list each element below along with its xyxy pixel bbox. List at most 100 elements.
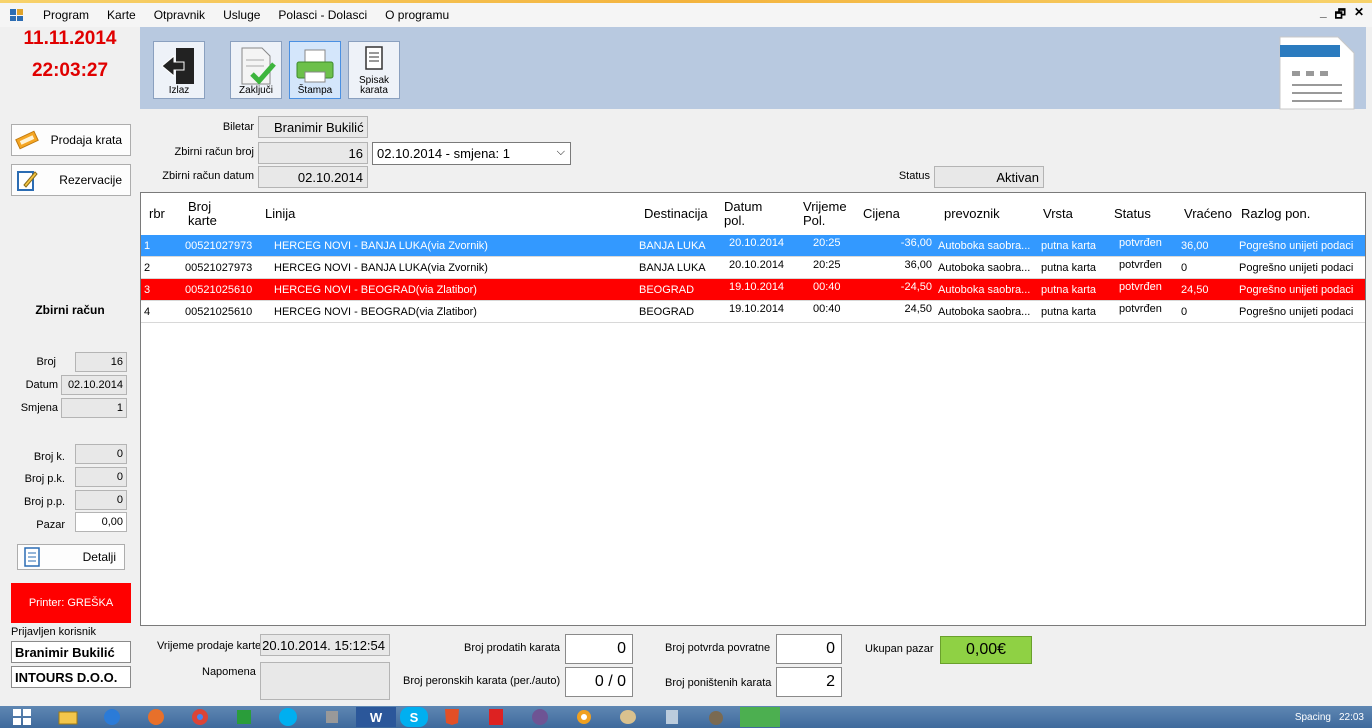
broj-value: 16 — [75, 352, 127, 372]
list-document-icon — [365, 46, 383, 70]
broj-pk-label: Broj p.k. — [24, 473, 65, 485]
datum-value: 02.10.2014 — [61, 375, 127, 395]
cell-razlog: Pogrešno unijeti podaci — [1239, 284, 1354, 296]
col-linija[interactable]: Linija — [265, 193, 295, 235]
ticket-icon — [15, 130, 39, 150]
table-row[interactable]: 4 00521025610 HERCEG NOVI - BEOGRAD(via Zl… — [141, 301, 1365, 323]
settings-gear-icon[interactable] — [564, 707, 604, 727]
document-icon — [24, 547, 40, 567]
col-razlog[interactable]: Razlog pon. — [1241, 193, 1310, 235]
ukupan-pazar-value: 0,00€ — [940, 636, 1032, 664]
chrome-icon[interactable] — [180, 707, 220, 727]
cell-datum: 19.10.2014 — [729, 281, 785, 293]
clock-time: 22:03:27 — [31, 60, 109, 81]
col-vrijeme-1: Vrijeme — [803, 199, 847, 214]
spacing-label: Spacing — [1294, 711, 1331, 723]
html5-icon[interactable] — [432, 707, 472, 727]
browser-ie-icon[interactable] — [92, 707, 132, 727]
table-row[interactable]: 1 00521027973 HERCEG NOVI - BANJA LUKA(via… — [141, 235, 1365, 257]
menu-usluge[interactable]: Usluge — [214, 8, 269, 22]
pazar-value: 0,00 — [75, 512, 127, 532]
vrijeme-prodaje-label: Vrijeme prodaje karte — [157, 640, 262, 652]
word-icon[interactable]: W — [356, 707, 396, 727]
printer-icon — [296, 49, 334, 83]
potvrda-label: Broj potvrda povratne — [665, 642, 771, 654]
smjena-select[interactable]: 02.10.2014 - smjena: 1 ⌵ — [372, 142, 571, 165]
store-icon[interactable] — [224, 707, 264, 727]
col-vrijeme-pol[interactable]: Vrijeme Pol. — [803, 193, 847, 235]
github-icon[interactable] — [520, 707, 560, 727]
cell-prevoznik: Autoboka saobra... — [938, 262, 1031, 274]
datum-label: Datum — [25, 379, 58, 391]
menu-otpravnik[interactable]: Otpravnik — [145, 8, 214, 22]
spisak-karata-button[interactable]: Spisak karata — [348, 41, 400, 99]
ponistenih-label: Broj poništenih karata — [665, 677, 772, 689]
broj-pp-value: 0 — [75, 490, 127, 510]
explorer-icon[interactable] — [48, 707, 88, 727]
minimize-button[interactable]: _ — [1320, 5, 1327, 26]
col-cijena[interactable]: Cijena — [863, 193, 900, 235]
app-taskbar-icon[interactable] — [740, 707, 780, 727]
col-destinacija[interactable]: Destinacija — [644, 193, 708, 235]
col-datum-pol[interactable]: Datum pol. — [724, 193, 762, 235]
broj-pk-value: 0 — [75, 467, 127, 487]
skype-icon-2[interactable]: S — [400, 707, 428, 727]
broj-k-label: Broj k. — [33, 451, 65, 463]
menu-karte[interactable]: Karte — [98, 8, 145, 22]
cell-razlog: Pogrešno unijeti podaci — [1239, 240, 1354, 252]
col-rbr[interactable]: rbr — [149, 193, 165, 235]
menu-polasci-dolasci[interactable]: Polasci - Dolasci — [269, 8, 376, 22]
pdf-icon[interactable] — [476, 707, 516, 727]
menu-o-programu[interactable]: O programu — [376, 8, 458, 22]
izlaz-button[interactable]: Izlaz — [153, 41, 205, 99]
cell-vrsta: putna karta — [1041, 306, 1097, 318]
firefox-icon[interactable] — [136, 707, 176, 727]
cell-rbr: 2 — [144, 262, 151, 274]
prodaja-karata-button[interactable]: Prodaja krata — [11, 124, 131, 156]
zakljuci-label: Zaključi — [239, 85, 273, 96]
smjena-label: Smjena — [20, 402, 58, 414]
table-row[interactable]: 2 00521027973 HERCEG NOVI - BANJA LUKA(via… — [141, 257, 1365, 279]
app-logo-icon — [1279, 36, 1355, 110]
gimp-icon[interactable] — [696, 707, 736, 727]
prodaja-karata-label: Prodaja krata — [50, 133, 122, 147]
tickets-grid[interactable]: rbr Broj karte Linija Destinacija Datum … — [140, 192, 1366, 626]
biletar-label: Biletar — [222, 121, 254, 133]
col-prevoznik[interactable]: prevoznik — [944, 193, 1000, 235]
tools-icon[interactable] — [312, 707, 352, 727]
pazar-label: Pazar — [36, 519, 65, 531]
menu-program[interactable]: Program — [34, 8, 98, 22]
cell-prevoznik: Autoboka saobra... — [938, 284, 1031, 296]
restore-button[interactable]: 🗗 — [1335, 5, 1346, 26]
racun-broj-label: Zbirni račun broj — [174, 146, 254, 158]
spisak-label-2: karata — [360, 85, 388, 96]
smjena-value: 1 — [61, 398, 127, 418]
table-row[interactable]: 3 00521025610 HERCEG NOVI - BEOGRAD(via Zl… — [141, 279, 1365, 301]
detalji-label: Detalji — [82, 550, 116, 564]
cell-vraceno: 24,50 — [1181, 284, 1209, 296]
ukupan-pazar-label: Ukupan pazar — [865, 643, 934, 655]
skype-icon[interactable] — [268, 707, 308, 727]
cell-vraceno: 0 — [1181, 262, 1188, 274]
notepad-icon[interactable] — [652, 707, 692, 727]
cell-vrijeme: 00:40 — [813, 303, 841, 315]
broj-label: Broj — [36, 356, 56, 368]
napomena-field[interactable] — [260, 662, 390, 700]
zakljuci-button[interactable]: Zaključi — [230, 41, 282, 99]
col-vrsta[interactable]: Vrsta — [1043, 193, 1073, 235]
stampa-button[interactable]: Štampa — [289, 41, 341, 99]
start-button[interactable] — [0, 707, 44, 727]
status-label: Status — [898, 170, 930, 182]
col-broj-karte[interactable]: Broj karte — [188, 193, 217, 235]
zbirni-racun-title: Zbirni račun — [35, 303, 105, 317]
cell-vrsta: putna karta — [1041, 262, 1097, 274]
col-status[interactable]: Status — [1114, 193, 1151, 235]
paint-icon[interactable] — [608, 707, 648, 727]
detalji-button[interactable]: Detalji — [17, 544, 125, 570]
cell-broj: 00521025610 — [185, 306, 253, 318]
rezervacije-button[interactable]: Rezervacije — [11, 164, 131, 196]
col-vraceno[interactable]: Vraćeno — [1184, 193, 1236, 235]
cell-vrsta: putna karta — [1041, 240, 1097, 252]
close-button[interactable]: ✕ — [1354, 5, 1364, 26]
cell-linija: HERCEG NOVI - BANJA LUKA(via Zvornik) — [274, 240, 488, 252]
